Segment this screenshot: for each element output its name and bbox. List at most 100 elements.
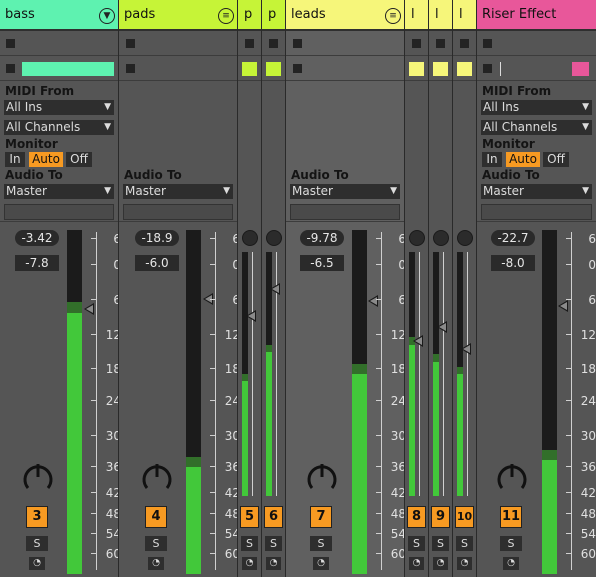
playing-clip[interactable]: [266, 62, 281, 76]
audio-to-select[interactable]: Master ▼: [4, 184, 114, 199]
peak-display[interactable]: -6.5: [300, 255, 344, 271]
monitor-off-button[interactable]: Off: [543, 152, 569, 167]
clip-slot[interactable]: [429, 31, 452, 56]
volume-fader-handle[interactable]: [368, 295, 378, 307]
clip-slot[interactable]: [262, 31, 285, 56]
record-circle-icon[interactable]: [457, 230, 473, 246]
solo-button[interactable]: S: [456, 536, 473, 551]
volume-fader-handle[interactable]: [270, 283, 280, 295]
record-arm-button[interactable]: ◔: [433, 557, 448, 570]
clip-slot[interactable]: [0, 56, 118, 81]
record-arm-button[interactable]: ◔: [148, 557, 164, 570]
midi-channel-select[interactable]: All Channels ▼: [481, 120, 592, 135]
clip-slot[interactable]: [119, 31, 237, 56]
track-header-p5[interactable]: p: [238, 0, 261, 31]
clip-color-swatch[interactable]: [572, 62, 589, 76]
volume-display[interactable]: -22.7: [491, 230, 535, 246]
solo-button[interactable]: S: [241, 536, 258, 551]
playing-clip[interactable]: [409, 62, 424, 76]
track-header-riser-effect[interactable]: Riser Effect: [477, 0, 596, 31]
playing-clip[interactable]: [242, 62, 257, 76]
volume-fader-handle[interactable]: [558, 300, 568, 312]
record-arm-button[interactable]: ◔: [29, 557, 45, 570]
midi-from-select[interactable]: All Ins ▼: [481, 100, 592, 115]
record-circle-icon[interactable]: [433, 230, 449, 246]
solo-button[interactable]: S: [500, 536, 522, 551]
volume-display[interactable]: -18.9: [135, 230, 179, 246]
clip-slot[interactable]: [0, 31, 118, 56]
playing-clip[interactable]: [457, 62, 472, 76]
track-activator-button[interactable]: 9: [431, 506, 450, 528]
playing-clip[interactable]: [433, 62, 448, 76]
group-fold-icon[interactable]: ≡: [385, 8, 401, 24]
track-header-p6[interactable]: p: [262, 0, 285, 31]
volume-fader-handle[interactable]: [246, 310, 256, 322]
solo-button[interactable]: S: [432, 536, 449, 551]
record-arm-button[interactable]: ◔: [266, 557, 281, 570]
clip-slot[interactable]: [477, 56, 596, 81]
fold-icon[interactable]: ▼: [99, 8, 115, 24]
clip-slot[interactable]: [453, 56, 476, 81]
clip-slot[interactable]: [286, 31, 404, 56]
monitor-auto-button[interactable]: Auto: [506, 152, 540, 167]
audio-to-select[interactable]: Master ▼: [123, 184, 233, 199]
clip-slot[interactable]: [405, 31, 428, 56]
record-circle-icon[interactable]: [266, 230, 282, 246]
track-header-bass[interactable]: bass ▼: [0, 0, 118, 31]
clip-slot[interactable]: [238, 31, 261, 56]
peak-display[interactable]: -7.8: [15, 255, 59, 271]
track-header-l8[interactable]: l: [405, 0, 428, 31]
monitor-auto-button[interactable]: Auto: [29, 152, 63, 167]
record-arm-button[interactable]: ◔: [503, 557, 519, 570]
track-header-pads[interactable]: pads ≡: [119, 0, 237, 31]
clip-slot[interactable]: [405, 56, 428, 81]
solo-button[interactable]: S: [145, 536, 167, 551]
clip-slot[interactable]: [453, 31, 476, 56]
track-activator-button[interactable]: 8: [407, 506, 426, 528]
record-arm-button[interactable]: ◔: [457, 557, 472, 570]
volume-fader-handle[interactable]: [413, 335, 423, 347]
track-activator-button[interactable]: 11: [500, 506, 522, 528]
monitor-in-button[interactable]: In: [482, 152, 502, 167]
track-header-leads[interactable]: leads ≡: [286, 0, 404, 31]
clip-slot[interactable]: [429, 56, 452, 81]
track-header-l9[interactable]: l: [429, 0, 452, 31]
solo-button[interactable]: S: [26, 536, 48, 551]
clip-slot[interactable]: [262, 56, 285, 81]
track-activator-button[interactable]: 5: [240, 506, 259, 528]
pan-knob[interactable]: [141, 461, 173, 493]
monitor-in-button[interactable]: In: [5, 152, 25, 167]
volume-fader-handle[interactable]: [84, 303, 94, 315]
record-arm-button[interactable]: ◔: [242, 557, 257, 570]
record-circle-icon[interactable]: [409, 230, 425, 246]
volume-display[interactable]: -3.42: [15, 230, 59, 246]
solo-button[interactable]: S: [265, 536, 282, 551]
track-activator-button[interactable]: 4: [145, 506, 167, 528]
record-arm-button[interactable]: ◔: [313, 557, 329, 570]
volume-fader-handle[interactable]: [437, 321, 447, 333]
track-activator-button[interactable]: 3: [26, 506, 48, 528]
midi-channel-select[interactable]: All Channels ▼: [4, 120, 114, 135]
volume-display[interactable]: -9.78: [300, 230, 344, 246]
audio-to-select[interactable]: Master ▼: [481, 184, 592, 199]
pan-knob[interactable]: [496, 461, 528, 493]
record-arm-button[interactable]: ◔: [409, 557, 424, 570]
pan-knob[interactable]: [306, 461, 338, 493]
track-activator-button[interactable]: 6: [264, 506, 283, 528]
track-header-l10[interactable]: l: [453, 0, 476, 31]
volume-fader-handle[interactable]: [461, 343, 471, 355]
solo-button[interactable]: S: [408, 536, 425, 551]
track-activator-button[interactable]: 7: [310, 506, 332, 528]
track-activator-button[interactable]: 10: [455, 506, 474, 528]
clip-slot[interactable]: [477, 31, 596, 56]
record-circle-icon[interactable]: [242, 230, 258, 246]
peak-display[interactable]: -8.0: [491, 255, 535, 271]
playing-clip[interactable]: [22, 62, 114, 76]
pan-knob[interactable]: [22, 461, 54, 493]
midi-from-select[interactable]: All Ins ▼: [4, 100, 114, 115]
solo-button[interactable]: S: [310, 536, 332, 551]
audio-to-select[interactable]: Master ▼: [290, 184, 400, 199]
clip-slot[interactable]: [119, 56, 237, 81]
clip-slot[interactable]: [286, 56, 404, 81]
monitor-off-button[interactable]: Off: [66, 152, 92, 167]
